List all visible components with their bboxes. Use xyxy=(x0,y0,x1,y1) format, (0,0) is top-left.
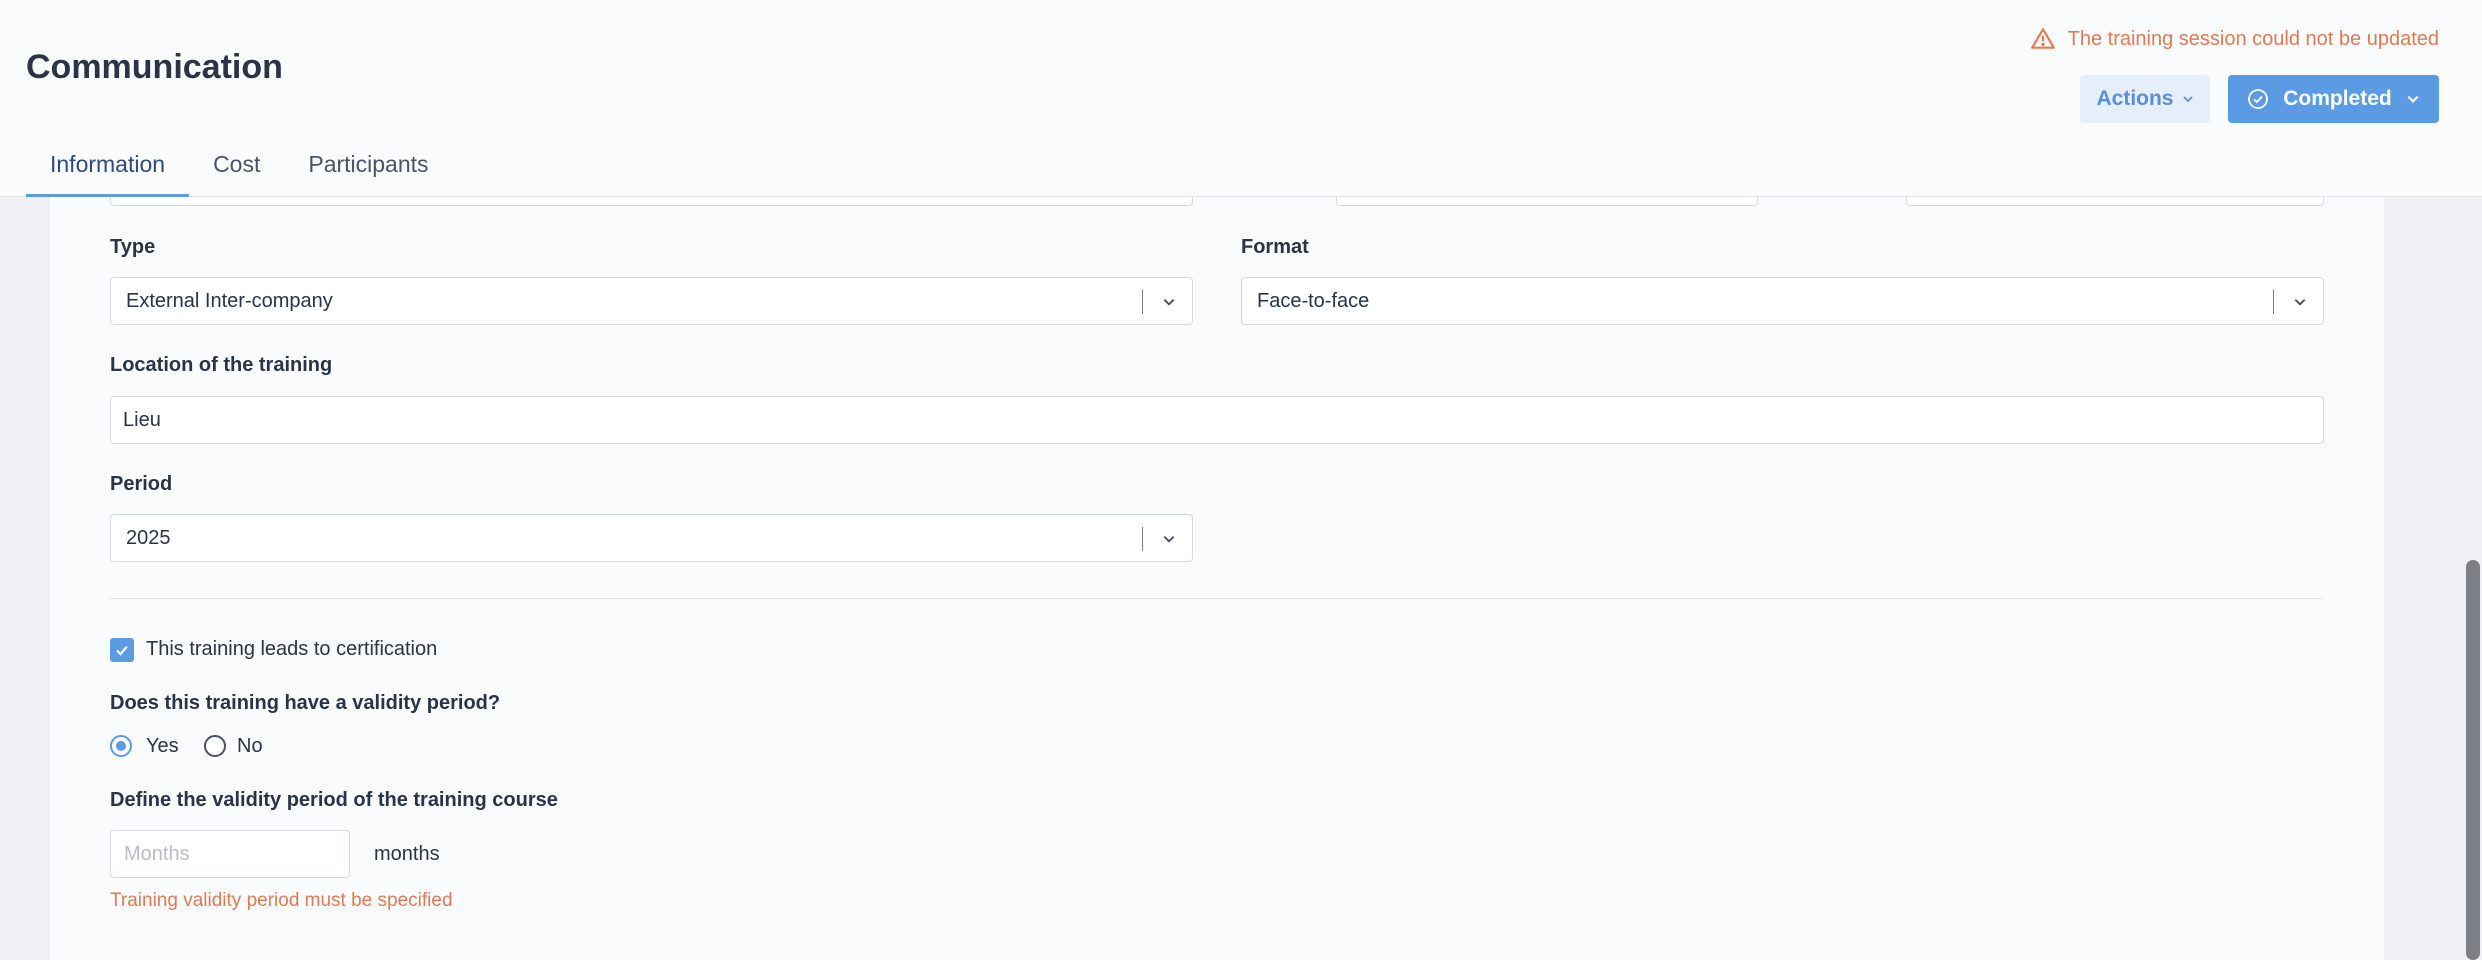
section-divider xyxy=(110,598,2323,599)
format-select-value: Face-to-face xyxy=(1257,289,1370,312)
chevron-down-icon xyxy=(2182,96,2193,103)
certification-checkbox[interactable] xyxy=(110,638,134,662)
error-banner-text: The training session could not be update… xyxy=(2067,27,2439,50)
months-unit-label: months xyxy=(374,843,440,865)
warning-triangle-icon xyxy=(2030,28,2055,49)
format-label: Format xyxy=(1241,236,1309,258)
select-separator xyxy=(2273,290,2274,314)
chevron-down-icon xyxy=(1163,299,1175,306)
type-select-value: External Inter-company xyxy=(126,289,333,312)
select-separator xyxy=(1142,527,1143,551)
validity-period-label: Define the validity period of the traini… xyxy=(110,789,558,811)
period-select-value: 2025 xyxy=(126,526,171,549)
chevron-down-icon xyxy=(2294,299,2306,306)
page-title: Communication xyxy=(26,48,283,86)
validity-no-radio[interactable] xyxy=(204,735,226,757)
type-select[interactable]: External Inter-company xyxy=(110,277,1193,325)
tab-information[interactable]: Information xyxy=(26,145,190,197)
chevron-down-icon xyxy=(2407,95,2419,103)
validity-yes-label: Yes xyxy=(146,735,179,757)
actions-button[interactable]: Actions xyxy=(2080,75,2210,123)
certification-label: This training leads to certification xyxy=(146,638,438,660)
completed-button-label: Completed xyxy=(2283,87,2392,110)
actions-button-label: Actions xyxy=(2096,87,2174,110)
validity-no-label: No xyxy=(237,735,263,757)
location-label: Location of the training xyxy=(110,354,333,376)
completed-status-button[interactable]: Completed xyxy=(2228,75,2439,123)
page-header: Communication The training session could… xyxy=(0,0,2482,197)
period-select[interactable]: 2025 xyxy=(110,514,1193,562)
validity-yes-radio[interactable] xyxy=(110,735,132,757)
validity-months-input[interactable] xyxy=(110,830,350,878)
tab-participants[interactable]: Participants xyxy=(284,145,452,197)
tab-bar: Information Cost Participants xyxy=(26,145,453,197)
checkmark-icon xyxy=(116,645,128,656)
error-banner: The training session could not be update… xyxy=(2030,26,2439,52)
check-circle-icon xyxy=(2248,89,2269,109)
format-select[interactable]: Face-to-face xyxy=(1241,277,2324,325)
period-label: Period xyxy=(110,473,173,495)
validity-question-label: Does this training have a validity perio… xyxy=(110,692,501,714)
chevron-down-icon xyxy=(1163,536,1175,543)
validity-error-message: Training validity period must be specifi… xyxy=(110,890,453,911)
scrollbar-thumb[interactable] xyxy=(2466,560,2480,960)
select-separator xyxy=(1142,290,1143,314)
type-label: Type xyxy=(110,236,156,258)
location-input-value: Lieu xyxy=(123,408,161,431)
tab-cost[interactable]: Cost xyxy=(189,145,284,197)
location-input[interactable]: Lieu xyxy=(110,396,2324,444)
